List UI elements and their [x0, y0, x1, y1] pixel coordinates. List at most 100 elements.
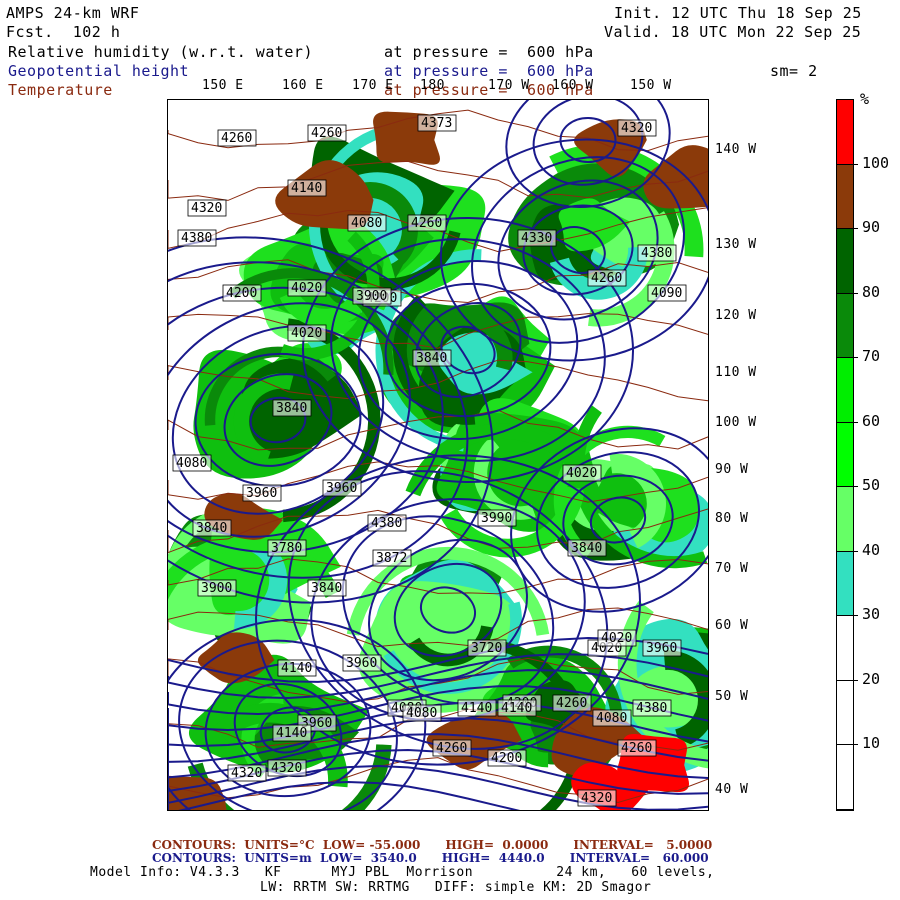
- height-label: 4380: [177, 229, 217, 247]
- height-label: 4140: [287, 179, 327, 197]
- height-label-text: 3720: [471, 641, 502, 656]
- colorbar-segment: [837, 422, 853, 488]
- height-label: 3872: [372, 549, 412, 567]
- height-label: 4080: [172, 454, 212, 472]
- height-label: 4080: [347, 214, 387, 232]
- height-label-text: 4260: [311, 126, 342, 141]
- height-label: 4080: [402, 704, 442, 722]
- colorbar-label: 100: [862, 153, 890, 172]
- height-label: 4200: [222, 284, 262, 302]
- lon-label-top: 180: [420, 78, 445, 93]
- height-label-text: 4320: [231, 766, 262, 781]
- lon-label-top: 150 W: [630, 78, 672, 93]
- colorbar-label: 20: [862, 669, 881, 688]
- height-label: 4330: [517, 229, 557, 247]
- height-label-text: 4080: [351, 216, 382, 231]
- height-label: 4380: [367, 514, 407, 532]
- colorbar-segment: [837, 164, 853, 230]
- height-label: 4320: [187, 199, 227, 217]
- height-label: 4140: [497, 699, 537, 717]
- height-label: 3900: [197, 579, 237, 597]
- height-label: 4080: [592, 709, 632, 727]
- lon-label-right: 140 W: [715, 142, 757, 157]
- height-label-text: 3960: [646, 641, 677, 656]
- height-label: 4020: [562, 464, 602, 482]
- height-label-text: 4020: [566, 466, 597, 481]
- lon-label-right: 40 W: [715, 782, 749, 797]
- lon-label-top: 160 W: [552, 78, 594, 93]
- colorbar-label: 10: [862, 734, 881, 753]
- height-label: 4320: [577, 789, 617, 807]
- height-label: 4200: [487, 749, 527, 767]
- field3-name: Temperature: [8, 81, 113, 99]
- height-label-text: 3840: [196, 521, 227, 536]
- colorbar-tick: [852, 357, 858, 359]
- height-label-text: 3960: [326, 481, 357, 496]
- height-label-text: 4020: [601, 631, 632, 646]
- height-label: 4020: [287, 279, 327, 297]
- height-label-text: 4140: [281, 661, 312, 676]
- height-label-text: 4320: [191, 201, 222, 216]
- colorbar-segment: [837, 100, 853, 165]
- height-label-text: 3960: [246, 486, 277, 501]
- colorbar-segment: [837, 680, 853, 746]
- height-label-text: 4380: [641, 246, 672, 261]
- colorbar-label: 50: [862, 476, 881, 495]
- height-label-text: 4200: [226, 286, 257, 301]
- height-label-text: 4020: [291, 326, 322, 341]
- height-label: 4260: [617, 739, 657, 757]
- map-canvas: 4260 4260 4373 4320 4380 4140 4320 4330 4380 4080…: [168, 100, 708, 810]
- height-label-text: 3840: [571, 541, 602, 556]
- height-label-text: 4090: [651, 286, 682, 301]
- height-label: 3990: [477, 509, 517, 527]
- height-label-text: 4140: [461, 701, 492, 716]
- lon-label-top: 160 E: [282, 78, 324, 93]
- height-label: 4260: [432, 739, 472, 757]
- height-label-text: 4260: [621, 741, 652, 756]
- height-label-text: 4140: [291, 181, 322, 196]
- colorbar-label: 80: [862, 282, 881, 301]
- model-title: AMPS 24-km WRF: [6, 4, 140, 22]
- height-label: 3960: [642, 639, 682, 657]
- colorbar-tick: [852, 421, 858, 423]
- colorbar-tick: [852, 163, 858, 165]
- valid-time: Valid. 18 UTC Mon 22 Sep 25: [604, 23, 862, 41]
- colorbar-label: 60: [862, 411, 881, 430]
- forecast-hour: Fcst. 102 h: [6, 23, 121, 41]
- height-label: 4260: [407, 214, 447, 232]
- lon-label-top: 170 E: [352, 78, 394, 93]
- height-label: 4140: [457, 699, 497, 717]
- height-label: 3840: [412, 349, 452, 367]
- lon-label-right: 80 W: [715, 511, 749, 526]
- model-info: Model Info: V4.3.3 KF MYJ PBL Morrison 2…: [90, 865, 715, 880]
- colorbar-segment: [837, 293, 853, 359]
- model-info-2: LW: RRTM SW: RRTMG DIFF: simple KM: 2D S…: [260, 880, 652, 895]
- smoothing: sm= 2: [770, 62, 818, 80]
- height-label-text: 4080: [406, 706, 437, 721]
- height-label-text: 4200: [491, 751, 522, 766]
- colorbar-segment: [837, 358, 853, 423]
- height-label-text: 4020: [291, 281, 322, 296]
- height-label: 3960: [342, 654, 382, 672]
- colorbar-tick: [852, 744, 858, 746]
- height-label-text: 4260: [436, 741, 467, 756]
- height-label-text: 4373: [421, 116, 452, 131]
- height-label-text: 3840: [416, 351, 447, 366]
- field1-name: Relative humidity (w.r.t. water): [8, 43, 313, 61]
- height-label: 3840: [567, 539, 607, 557]
- height-label: 4373: [417, 114, 457, 132]
- lon-label-right: 90 W: [715, 462, 749, 477]
- height-label: 4140: [277, 659, 317, 677]
- height-label: 3840: [307, 579, 347, 597]
- height-label: 4260: [587, 269, 627, 287]
- colorbar-segment: [837, 487, 853, 552]
- height-label-text: 3872: [376, 551, 407, 566]
- temp-contour-info: CONTOURS: UNITS=°C LOW= -55.000 HIGH= 0.…: [152, 838, 713, 852]
- colorbar-tick: [852, 486, 858, 488]
- colorbar-segment: [837, 616, 853, 681]
- field2-name: Geopotential height: [8, 62, 190, 80]
- field1-level: at pressure = 600 hPa: [384, 43, 594, 61]
- height-label: 4320: [227, 764, 267, 782]
- height-label: 3960: [242, 484, 282, 502]
- height-label-text: 3900: [201, 581, 232, 596]
